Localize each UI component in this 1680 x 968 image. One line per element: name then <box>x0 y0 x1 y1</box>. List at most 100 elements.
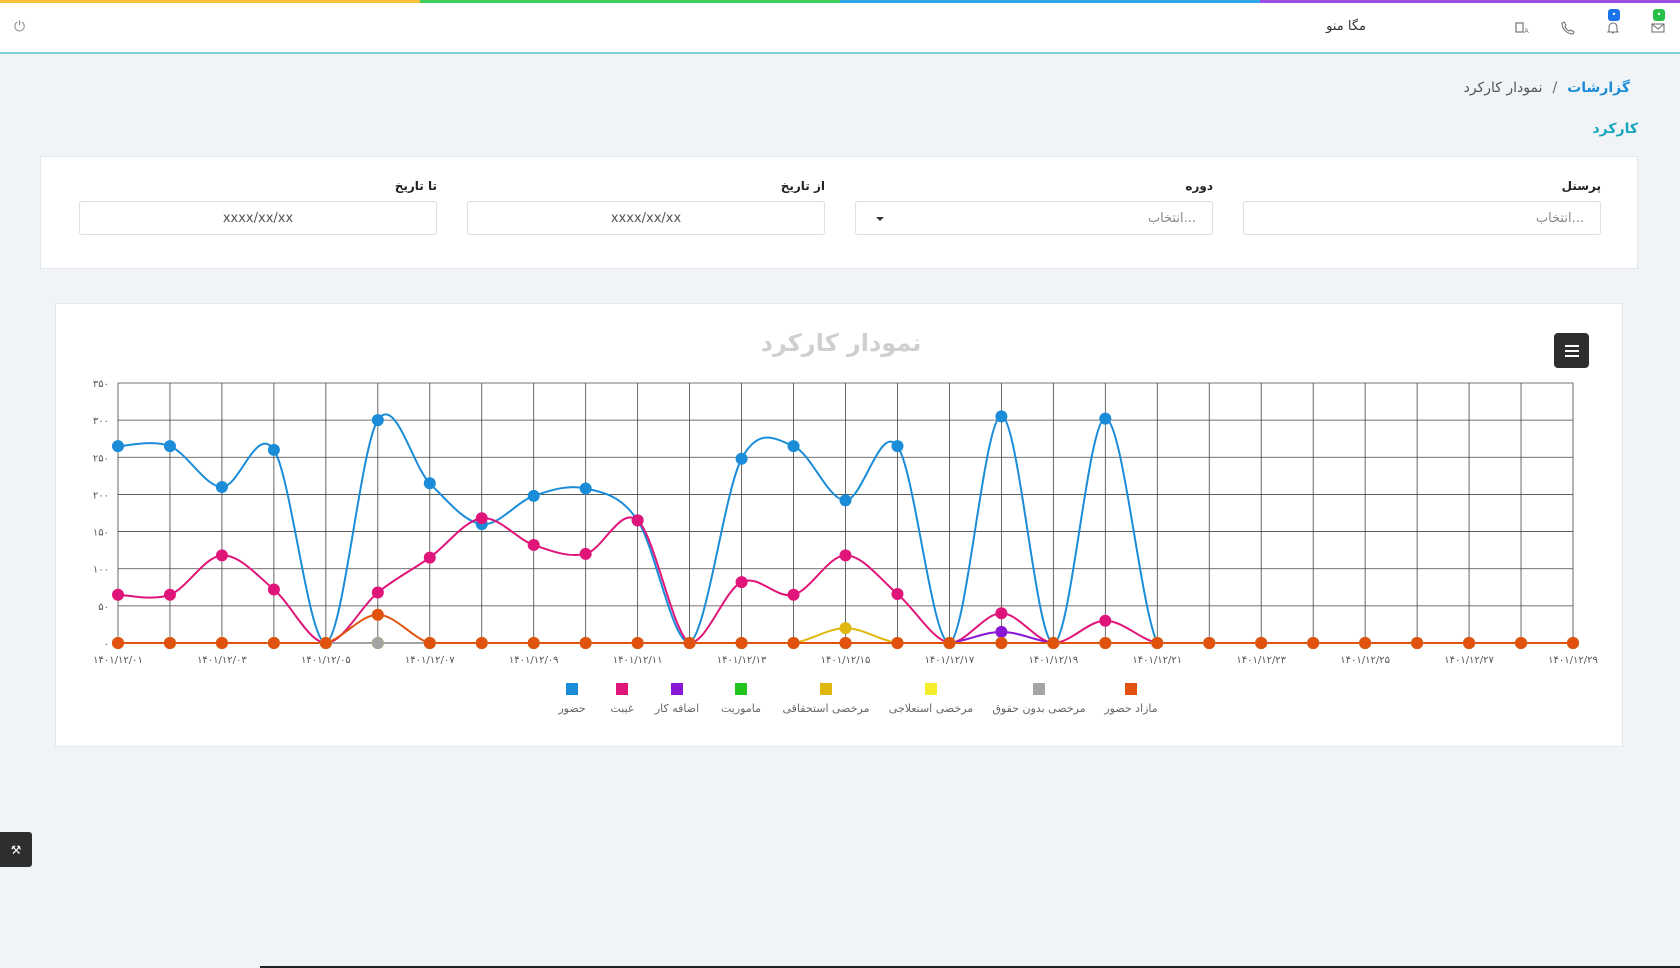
data-point <box>371 637 384 649</box>
data-point <box>423 637 436 649</box>
y-tick-label: ۳۰۰ <box>93 416 109 427</box>
data-point <box>787 588 800 601</box>
power-icon[interactable]: ⏻ <box>14 19 25 35</box>
breadcrumb-home-link[interactable]: گزارشات <box>1567 80 1630 96</box>
x-tick-label: ۱۴۰۱/۱۲/۲۱ <box>1132 655 1182 666</box>
data-point <box>1359 637 1372 649</box>
data-point <box>163 440 176 453</box>
data-point <box>839 549 852 562</box>
x-tick-label: ۱۴۰۱/۱۲/۱۱ <box>613 655 663 666</box>
caret-down-icon <box>876 217 884 221</box>
data-point <box>787 440 800 453</box>
data-point <box>163 588 176 601</box>
x-tick-label: ۱۴۰۱/۱۲/۲۷ <box>1444 655 1494 666</box>
data-point <box>839 494 852 507</box>
legend-label: اضافه کار <box>654 702 699 715</box>
from-date-label: از تاریخ <box>780 179 825 193</box>
data-point <box>371 608 384 621</box>
personnel-label: پرسنل <box>1561 179 1601 193</box>
filter-panel: پرسنل انتخاب... دوره انتخاب... از تاریخ … <box>40 156 1638 269</box>
data-point <box>839 637 852 649</box>
legend-label: مازاد حضور <box>1103 702 1157 715</box>
data-point <box>475 512 488 525</box>
legend-label: مرخصی استحقاقی <box>782 702 869 715</box>
data-point <box>112 440 124 453</box>
data-point <box>319 637 332 649</box>
data-point <box>1099 412 1112 425</box>
x-tick-label: ۱۴۰۱/۱۲/۱۳ <box>717 655 767 666</box>
data-point <box>891 637 904 649</box>
personnel-filter: پرسنل انتخاب... <box>1243 179 1601 235</box>
data-point <box>423 551 436 564</box>
legend-swatch <box>671 683 683 695</box>
page-title: کارکرد <box>1592 121 1639 137</box>
legend-label: مرخصی استعلاجی <box>889 702 974 715</box>
y-tick-label: ۲۵۰ <box>93 453 109 464</box>
y-tick-label: ۱۰۰ <box>93 565 109 576</box>
data-point <box>995 410 1008 423</box>
legend-label: ماموریت <box>721 702 761 715</box>
mail-badge: • <box>1653 9 1665 21</box>
data-point <box>631 514 644 527</box>
from-date-filter: از تاریخ xxxx/xx/xx <box>467 179 825 235</box>
x-tick-label: ۱۴۰۱/۱۲/۰۱ <box>93 655 143 666</box>
data-point <box>423 477 436 490</box>
data-point <box>215 637 228 649</box>
breadcrumb: گزارشات / نمودار کارکرد <box>1464 80 1630 96</box>
data-point <box>527 637 540 649</box>
data-point <box>579 482 592 495</box>
x-tick-label: ۱۴۰۱/۱۲/۲۳ <box>1236 655 1286 666</box>
data-point <box>1047 637 1060 649</box>
to-date-input[interactable]: xxxx/xx/xx <box>79 201 437 235</box>
breadcrumb-separator: / <box>1552 80 1558 96</box>
to-date-label: تا تاریخ <box>394 179 437 193</box>
x-tick-label: ۱۴۰۱/۱۲/۰۷ <box>405 655 455 666</box>
settings-fab-icon[interactable]: ⚒ <box>0 832 32 867</box>
chart-menu-button[interactable] <box>1554 333 1589 368</box>
data-point <box>735 637 748 649</box>
data-point <box>735 576 748 589</box>
data-point <box>1307 637 1320 649</box>
legend-swatch <box>735 683 747 695</box>
data-point <box>371 414 384 427</box>
data-point <box>163 637 176 649</box>
legend-label: حضور <box>557 702 585 715</box>
x-tick-label: ۱۴۰۱/۱۲/۰۹ <box>509 655 559 666</box>
data-point <box>1151 637 1164 649</box>
data-point <box>527 489 540 502</box>
period-filter: دوره انتخاب... <box>855 179 1213 235</box>
bell-icon[interactable]: • <box>1601 9 1625 40</box>
legend-swatch <box>566 683 578 695</box>
notification-badge: • <box>1608 9 1620 21</box>
period-select-value: انتخاب... <box>1147 210 1196 226</box>
period-select[interactable]: انتخاب... <box>855 201 1213 235</box>
data-point <box>735 452 748 465</box>
x-tick-label: ۱۴۰۱/۱۲/۱۵ <box>821 655 871 666</box>
legend-swatch <box>820 683 832 695</box>
legend-label: غیبت <box>610 702 633 715</box>
data-point <box>215 481 228 493</box>
data-point <box>1099 614 1112 627</box>
y-tick-label: ۵۰ <box>98 602 109 613</box>
data-point <box>943 637 956 649</box>
data-point <box>631 637 644 649</box>
translate-icon[interactable]: A <box>1510 16 1534 40</box>
chart-title: نمودار کارکرد <box>761 329 922 357</box>
data-point <box>527 538 540 551</box>
personnel-select[interactable]: انتخاب... <box>1243 201 1601 235</box>
phone-icon[interactable] <box>1556 16 1580 40</box>
data-point <box>112 637 124 649</box>
legend-swatch <box>1033 683 1045 695</box>
y-tick-label: ۰ <box>104 639 109 650</box>
svg-text:A: A <box>1524 27 1529 35</box>
data-point <box>267 637 280 649</box>
x-tick-label: ۱۴۰۱/۱۲/۱۹ <box>1028 655 1078 666</box>
data-point <box>475 637 488 649</box>
legend-swatch <box>1125 683 1137 695</box>
mail-icon[interactable]: • <box>1646 9 1670 40</box>
mega-menu-button[interactable]: مگا منو <box>1326 19 1366 34</box>
chart-card: نمودار کارکرد ۰ ۵۰ ۱۰۰ ۱۵۰ ۲۰۰ ۲۵۰ ۳۰۰ ۳۵۰ ۱۴۰۱/… <box>55 303 1623 747</box>
data-point <box>579 637 592 649</box>
data-point <box>995 637 1008 649</box>
from-date-input[interactable]: xxxx/xx/xx <box>467 201 825 235</box>
